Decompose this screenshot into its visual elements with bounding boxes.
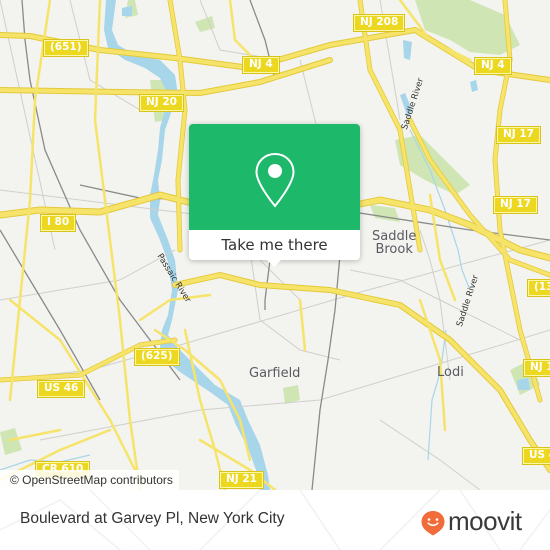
place-label-garfield: Garfield xyxy=(249,366,301,381)
road-shield-nj20: NJ 20 xyxy=(139,94,184,112)
moovit-smile-pin-icon xyxy=(421,511,445,536)
road-shield-cr651: (651) xyxy=(43,39,89,57)
location-pin-icon xyxy=(255,152,295,208)
stop-title: Boulevard at Garvey Pl, New York City xyxy=(20,510,285,527)
destination-popup[interactable]: Take me there xyxy=(189,124,360,267)
road-shield-nj4: NJ 4 xyxy=(474,57,512,75)
road-shield-cr13: (13 xyxy=(526,279,550,297)
road-shield-nj17: NJ 17 xyxy=(493,196,538,214)
take-me-there-button[interactable]: Take me there xyxy=(189,230,360,260)
place-label-lodi: Lodi xyxy=(437,365,464,380)
road-shield-cr625: (625) xyxy=(134,348,180,366)
footer-bar: Boulevard at Garvey Pl, New York City mo… xyxy=(0,490,550,550)
brand-wordmark: moovit xyxy=(448,506,522,536)
place-label-saddle-brook: Saddle Brook xyxy=(372,229,417,257)
road-shield-nj17: NJ 17 xyxy=(496,126,541,144)
road-shield-nj4: NJ 4 xyxy=(242,56,280,74)
popup-header[interactable] xyxy=(189,124,360,230)
road-shield-nj17-east: NJ 1 xyxy=(523,359,550,377)
road-shield-us46-east: US 4 xyxy=(521,447,550,465)
road-shield-nj21: NJ 21 xyxy=(219,471,264,489)
popup-pointer xyxy=(267,260,281,267)
road-shield-i80: I 80 xyxy=(39,214,77,232)
road-shield-nj208: NJ 208 xyxy=(352,14,406,32)
road-shield-us46: US 46 xyxy=(36,380,86,398)
map-attribution[interactable]: © OpenStreetMap contributors xyxy=(0,470,179,490)
map-view[interactable]: (651) NJ 20 NJ 4 NJ 208 NJ 4 NJ 17 NJ 17… xyxy=(0,0,550,490)
